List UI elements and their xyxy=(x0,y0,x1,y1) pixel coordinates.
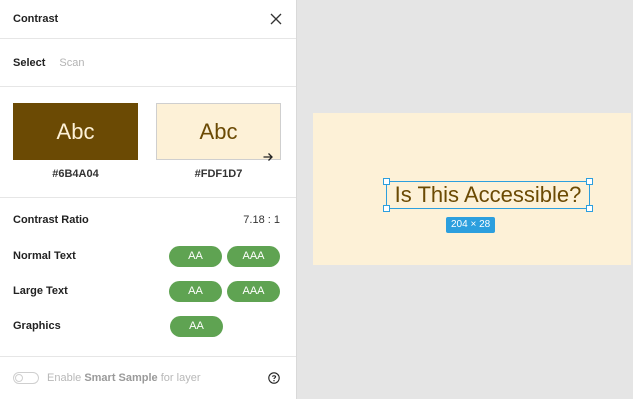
smart-sample-toggle[interactable] xyxy=(13,372,39,384)
background-swatch[interactable]: Abc xyxy=(156,103,281,161)
design-canvas: Is This Accessible? 204 × 28 xyxy=(298,0,633,399)
contrast-ratio-value: 7.18 : 1 xyxy=(243,214,280,226)
smart-sample-text: Enable Smart Sample for layer xyxy=(47,372,201,384)
color-swatches: Abc Abc #6B4A04 #FDF1D7 xyxy=(0,87,296,198)
resize-handle-top-right[interactable] xyxy=(586,178,593,185)
background-hex: #FDF1D7 xyxy=(194,168,243,180)
canvas-frame[interactable]: Is This Accessible? 204 × 28 xyxy=(313,113,631,265)
smart-sample-footer: Enable Smart Sample for layer xyxy=(0,357,296,399)
foreground-sample-text: Abc xyxy=(56,118,95,144)
normal-text-row: Normal Text AA AAA xyxy=(13,244,280,268)
large-text-row: Large Text AA AAA xyxy=(13,279,280,303)
help-icon[interactable] xyxy=(268,372,280,384)
close-icon[interactable] xyxy=(269,12,283,26)
resize-handle-bottom-right[interactable] xyxy=(586,205,593,212)
background-sample-text: Abc xyxy=(199,118,238,144)
dimensions-label: 204 × 28 xyxy=(446,217,496,233)
normal-text-aa-badge: AA xyxy=(169,245,222,267)
graphics-label: Graphics xyxy=(13,320,61,332)
graphics-row: Graphics AA xyxy=(13,314,223,338)
selection-box xyxy=(383,178,593,212)
large-text-aa-badge: AA xyxy=(169,280,222,302)
large-text-label: Large Text xyxy=(13,285,68,297)
foreground-hex: #6B4A04 xyxy=(52,168,99,180)
contrast-ratio-label: Contrast Ratio xyxy=(13,214,89,226)
foreground-swatch[interactable]: Abc xyxy=(13,103,138,160)
tab-scan[interactable]: Scan xyxy=(59,57,84,69)
graphics-aa-badge: AA xyxy=(170,315,223,337)
panel-title: Contrast xyxy=(13,13,59,25)
large-text-aaa-badge: AAA xyxy=(227,280,280,302)
normal-text-aaa-badge: AAA xyxy=(227,245,280,267)
contrast-panel: Contrast Select Scan Abc Abc #6B4A04 #FD… xyxy=(0,0,297,399)
resize-handle-bottom-left[interactable] xyxy=(383,205,390,212)
contrast-ratio-row: Contrast Ratio 7.18 : 1 xyxy=(13,208,280,232)
normal-text-label: Normal Text xyxy=(13,250,76,262)
tab-select[interactable]: Select xyxy=(13,57,45,69)
arrow-right-icon[interactable] xyxy=(262,143,274,161)
resize-handle-top-left[interactable] xyxy=(383,178,390,185)
panel-header: Contrast xyxy=(0,0,296,39)
contrast-results: Contrast Ratio 7.18 : 1 Normal Text AA A… xyxy=(0,198,296,357)
mode-tabs: Select Scan xyxy=(0,39,296,87)
